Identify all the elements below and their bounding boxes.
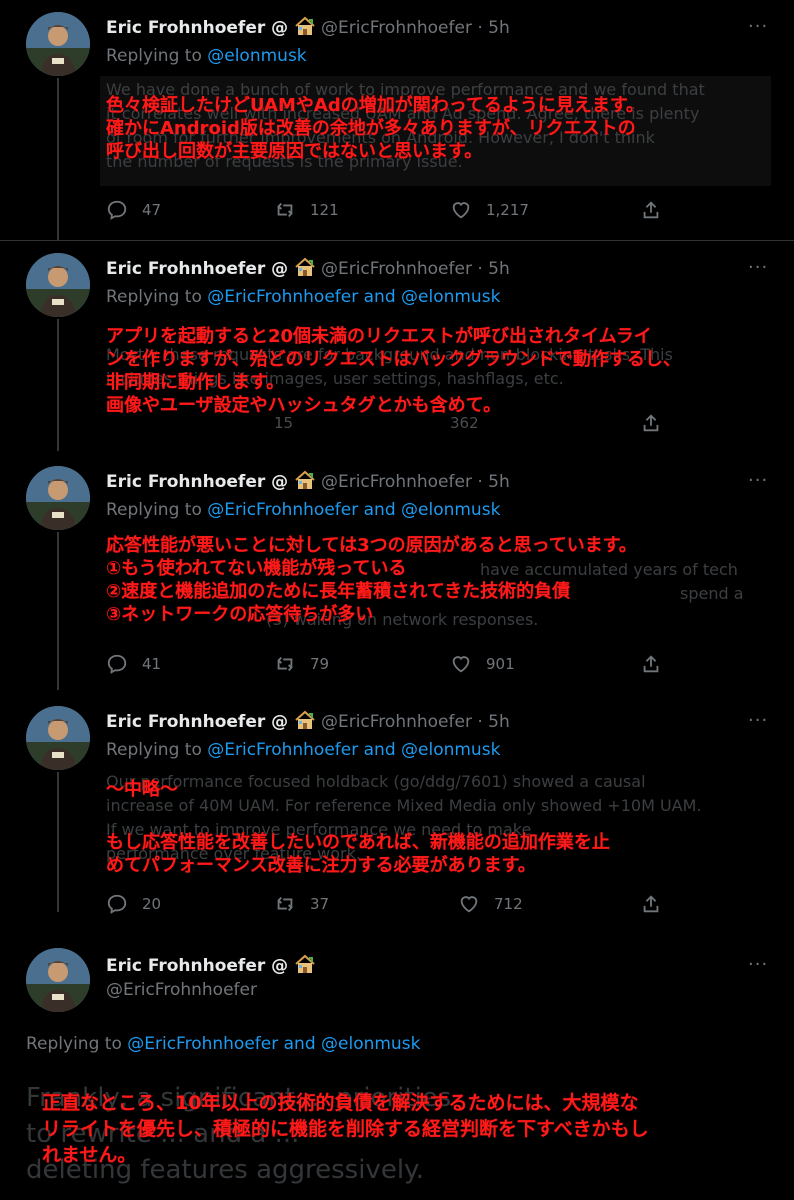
- retweet-button[interactable]: 79: [274, 650, 329, 678]
- display-name[interactable]: Eric Frohnhoefer @: [106, 472, 288, 492]
- share-button[interactable]: [640, 650, 662, 678]
- reply-icon: [107, 200, 127, 220]
- like-button[interactable]: 712: [458, 890, 523, 918]
- tweet-text-fragment: spend a: [680, 584, 744, 603]
- heart-icon: [452, 202, 470, 219]
- retweet-button[interactable]: 37: [274, 890, 329, 918]
- avatar[interactable]: [26, 12, 90, 76]
- replying-to: Replying to @EricFrohnhoefer and @elonmu…: [106, 500, 501, 520]
- retweet-icon: [277, 896, 293, 912]
- like-button[interactable]: 901: [450, 650, 515, 678]
- tweet-3[interactable]: Eric Frohnhoefer @ @EricFrohnhoefer · 5h…: [0, 454, 794, 690]
- handle-time[interactable]: @EricFrohnhoefer · 5h: [321, 18, 510, 38]
- handle[interactable]: @EricFrohnhoefer: [106, 980, 257, 1000]
- share-button[interactable]: [640, 409, 662, 437]
- retweet-icon: [277, 202, 293, 218]
- more-options-icon[interactable]: ···: [748, 257, 768, 278]
- handle-time[interactable]: @EricFrohnhoefer · 5h: [321, 712, 510, 732]
- share-icon: [643, 895, 659, 913]
- display-name[interactable]: Eric Frohnhoefer @: [106, 956, 288, 976]
- more-options-icon[interactable]: ···: [748, 470, 768, 491]
- more-options-icon[interactable]: ···: [748, 954, 768, 975]
- handle-time[interactable]: @EricFrohnhoefer · 5h: [321, 259, 510, 279]
- tweet-header: Eric Frohnhoefer @: [106, 954, 316, 976]
- house-emoji-icon: [294, 257, 316, 277]
- translation-overlay: アプリを起動すると20個未満のリクエストが呼び出されタイムライ ンを作りますが、殆…: [106, 326, 681, 416]
- share-button[interactable]: [640, 890, 662, 918]
- avatar[interactable]: [26, 253, 90, 317]
- more-options-icon[interactable]: ···: [748, 16, 768, 37]
- reply-target-links[interactable]: @elonmusk: [207, 46, 306, 66]
- tweet-actions: 47 121 1,217: [106, 196, 666, 224]
- tweet-1[interactable]: Eric Frohnhoefer @ @EricFrohnhoefer · 5h…: [0, 0, 794, 240]
- tweet-4[interactable]: Eric Frohnhoefer @ @EricFrohnhoefer · 5h…: [0, 694, 794, 930]
- thread-line: [57, 772, 59, 912]
- tweet-5-focused[interactable]: Eric Frohnhoefer @ @EricFrohnhoefer ··· …: [0, 938, 794, 1200]
- retweet-icon: [277, 656, 293, 672]
- like-button[interactable]: 1,217: [450, 196, 529, 224]
- thread-line: [57, 532, 59, 690]
- replying-to: Replying to @EricFrohnhoefer and @elonmu…: [106, 740, 501, 760]
- tweet-header: Eric Frohnhoefer @ @EricFrohnhoefer · 5h: [106, 257, 510, 279]
- translation-overlay: 応答性能が悪いことに対しては3つの原因があると思っています。 ①もう使われてない機…: [106, 535, 637, 625]
- like-button[interactable]: 362: [450, 409, 479, 437]
- handle-time[interactable]: @EricFrohnhoefer · 5h: [321, 472, 510, 492]
- share-icon: [643, 655, 659, 673]
- tweet-2[interactable]: Eric Frohnhoefer @ @EricFrohnhoefer · 5h…: [0, 241, 794, 451]
- retweet-button[interactable]: 15: [274, 409, 293, 437]
- house-emoji-icon: [294, 470, 316, 490]
- reply-icon: [107, 894, 127, 914]
- share-icon: [643, 201, 659, 219]
- house-emoji-icon: [294, 954, 316, 974]
- replying-to: Replying to @EricFrohnhoefer and @elonmu…: [106, 287, 501, 307]
- display-name[interactable]: Eric Frohnhoefer @: [106, 18, 288, 38]
- reply-target-links[interactable]: @EricFrohnhoefer and @elonmusk: [207, 500, 500, 520]
- reply-target-links[interactable]: @EricFrohnhoefer and @elonmusk: [207, 287, 500, 307]
- house-emoji-icon: [294, 710, 316, 730]
- thread-line: [57, 319, 59, 451]
- translation-overlay: 〜中略〜 もし応答性能を改善したいのであれば、新機能の追加作業を止 めてパフォーマ…: [106, 779, 610, 876]
- share-button[interactable]: [640, 196, 662, 224]
- reply-button[interactable]: 47: [106, 196, 161, 224]
- reply-button[interactable]: 20: [106, 890, 161, 918]
- reply-target-links[interactable]: @EricFrohnhoefer and @elonmusk: [127, 1034, 420, 1054]
- retweet-button[interactable]: 121: [274, 196, 339, 224]
- tweet-header: Eric Frohnhoefer @ @EricFrohnhoefer · 5h: [106, 470, 510, 492]
- translation-overlay: 正直なところ、10年以上の技術的負債を解決するためには、大規模な リライトを優先し…: [42, 1092, 649, 1166]
- tweet-actions: 20 37 712: [106, 890, 666, 918]
- display-name[interactable]: Eric Frohnhoefer @: [106, 259, 288, 279]
- share-icon: [643, 414, 659, 432]
- tweet-actions: 15 362: [106, 409, 666, 437]
- thread-line: [57, 78, 59, 240]
- house-emoji-icon: [294, 16, 316, 36]
- reply-button[interactable]: 41: [106, 650, 161, 678]
- replying-to: Replying to @EricFrohnhoefer and @elonmu…: [26, 1034, 421, 1054]
- reply-target-links[interactable]: @EricFrohnhoefer and @elonmusk: [207, 740, 500, 760]
- tweet-actions: 41 79 901: [106, 650, 666, 678]
- tweet-header: Eric Frohnhoefer @ @EricFrohnhoefer · 5h: [106, 710, 510, 732]
- avatar[interactable]: [26, 706, 90, 770]
- replying-to: Replying to @elonmusk: [106, 46, 307, 66]
- reply-icon: [107, 654, 127, 674]
- tweet-header: Eric Frohnhoefer @ @EricFrohnhoefer · 5h: [106, 16, 510, 38]
- avatar[interactable]: [26, 466, 90, 530]
- avatar[interactable]: [26, 948, 90, 1012]
- translation-overlay: 色々検証したけどUAMやAdの増加が関わってるように見えます。 確かにAndroi…: [106, 95, 645, 162]
- heart-icon: [452, 656, 470, 673]
- display-name[interactable]: Eric Frohnhoefer @: [106, 712, 288, 732]
- more-options-icon[interactable]: ···: [748, 710, 768, 731]
- tweet-handle: @EricFrohnhoefer: [106, 980, 257, 1000]
- heart-icon: [460, 896, 478, 913]
